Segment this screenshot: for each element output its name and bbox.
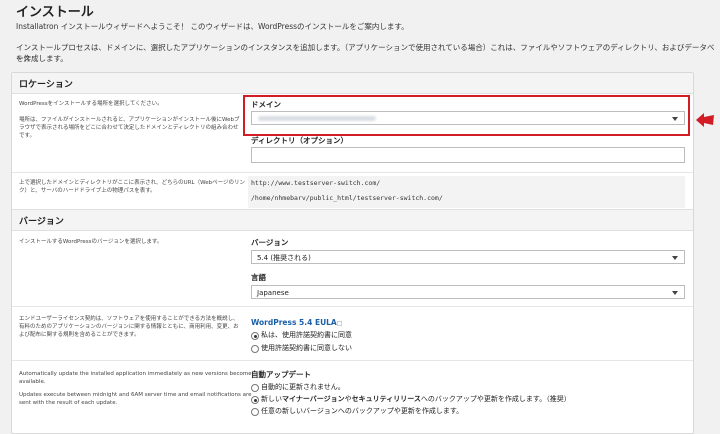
opt2-minor: マイナーバージョン <box>282 395 345 403</box>
chevron-down-icon <box>672 256 678 260</box>
autoupdate-desc-4: sent with the result of each update. <box>19 400 118 406</box>
location-desc: WordPressをインストールする場所を選択してください。 <box>19 101 163 107</box>
url-preview: http://www.testserver-switch.com/ <box>251 179 381 187</box>
version-select[interactable]: 5.4 (推奨される) <box>251 250 685 264</box>
autoupdate-minor-label: 新しいマイナーバージョンやセキュリティリリースへのバックアップや更新を作成します… <box>261 394 571 404</box>
autoupdate-off-radio[interactable] <box>251 384 259 392</box>
eula-disagree-label: 使用許諾契約書に同意しない <box>261 344 352 352</box>
location-header-label: ロケーション <box>19 80 73 90</box>
autoupdate-label: 自動アップデート <box>251 370 311 379</box>
intro-text: Installatron インストールウィザードへようこそ！ このウィザードは、… <box>16 22 409 31</box>
language-label: 言語 <box>251 273 266 282</box>
version-section-header: バージョン <box>12 209 693 231</box>
opt2-pre: 新しい <box>261 395 282 403</box>
version-select-value: 5.4 (推奨される) <box>257 254 311 262</box>
eula-link-text: WordPress 5.4 EULA <box>251 318 337 327</box>
domain-highlight-box <box>243 95 690 136</box>
divider <box>12 360 693 361</box>
autoupdate-off-label: 自動的に更新されません。 <box>261 383 345 391</box>
divider <box>12 306 693 307</box>
autoupdate-any-label: 任意の新しいバージョンへのバックアップや更新を作成します。 <box>261 407 464 415</box>
page-title: インストール <box>16 5 94 20</box>
divider <box>12 172 693 173</box>
version-header-label: バージョン <box>19 217 64 227</box>
version-desc: インストールするWordPressのバージョンを選択します。 <box>19 239 163 245</box>
directory-label: ディレクトリ（オプション） <box>251 136 348 145</box>
location-desc-2c: です。 <box>19 133 35 139</box>
eula-agree-label: 私は、使用許諾契約書に同意 <box>261 331 352 339</box>
path-desc-2: ク）と、サーバのハードドライブ上の物理パスを表す。 <box>19 188 156 194</box>
location-section-header: ロケーション <box>12 73 693 94</box>
autoupdate-any-radio[interactable] <box>251 408 259 416</box>
version-label: バージョン <box>251 238 289 247</box>
chevron-down-icon <box>672 291 678 295</box>
eula-link[interactable]: WordPress 5.4 EULA□ <box>251 318 342 327</box>
eula-disagree-radio[interactable] <box>251 345 259 353</box>
eula-desc-3: よび配布に関する規則を含めることができます。 <box>19 332 140 338</box>
directory-input[interactable] <box>251 147 685 163</box>
opt2-mid: や <box>344 395 352 403</box>
external-link-icon: □ <box>336 320 343 327</box>
opt2-post: へのバックアップや更新を作成します。（推奨） <box>420 395 571 403</box>
intro-text-2: インストールプロセスは、ドメインに、選択したアプリケーションのインスタンスを追加… <box>16 43 715 63</box>
path-preview: /home/nhmebarv/public_html/testserver-sw… <box>251 194 443 202</box>
pointer-arrow-icon <box>696 113 714 127</box>
intro-text-3: を作成します。 <box>16 54 68 63</box>
language-select-value: Japanese <box>257 289 289 297</box>
autoupdate-desc-2: available. <box>19 379 46 385</box>
language-select[interactable]: Japanese <box>251 285 685 299</box>
opt2-security: セキュリティリリース <box>351 395 421 403</box>
eula-agree-radio[interactable] <box>251 332 259 340</box>
autoupdate-minor-radio[interactable] <box>251 396 259 404</box>
